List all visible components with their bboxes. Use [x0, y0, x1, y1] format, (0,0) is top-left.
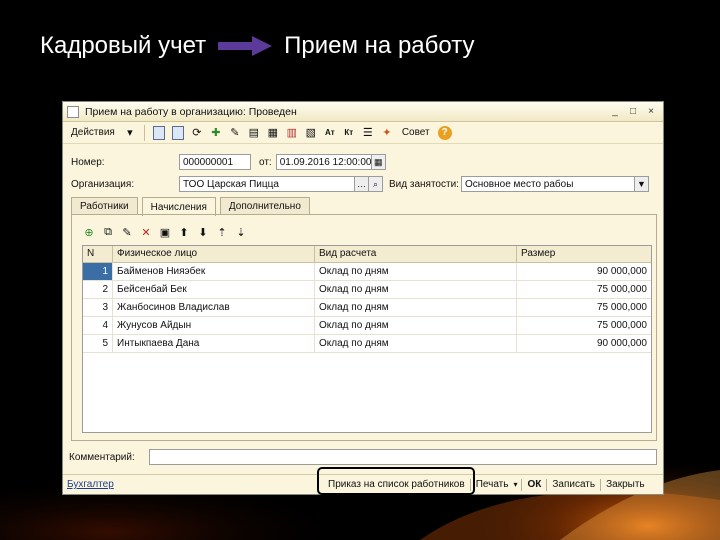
row-number: 1 [83, 263, 113, 280]
calc-type-cell[interactable]: Оклад по дням [315, 281, 517, 298]
row-number: 2 [83, 281, 113, 298]
calc-type-cell[interactable]: Оклад по дням [315, 335, 517, 352]
amount-cell[interactable]: 90 000,000 [517, 263, 651, 280]
employment-type-field[interactable]: Основное место рабоы [460, 176, 635, 192]
slide-title-right: Прием на работу [284, 32, 475, 59]
date-field[interactable]: 01.09.2016 12:00:00 [275, 154, 372, 170]
table-row[interactable]: 3 Жанбосинов Владислав Оклад по дням 75 … [83, 299, 651, 317]
help-icon[interactable]: ? [437, 125, 453, 141]
copy-icon[interactable] [170, 125, 186, 141]
window-title: Прием на работу в организацию: Проведен [85, 105, 297, 118]
fill-icon[interactable]: ✚ [208, 125, 224, 141]
grid-toolbar: ⊕ ⧉ ✎ ✕ ▣ ⬆ ⬇ ⇡ ⇣ [82, 223, 248, 241]
tab-employees[interactable]: Работники [71, 197, 138, 215]
calendar-icon[interactable]: ▦ [371, 154, 386, 170]
select-button[interactable]: … [355, 176, 369, 192]
person-cell[interactable]: Жанбосинов Владислав [113, 299, 315, 316]
column-header-calc-type[interactable]: Вид расчета [315, 246, 517, 262]
records-icon[interactable]: ▧ [303, 125, 319, 141]
end-edit-icon[interactable]: ▣ [158, 225, 172, 239]
search-icon[interactable]: ⌕ [369, 176, 383, 192]
column-header-n[interactable]: N [83, 246, 113, 262]
chevron-down-icon[interactable]: ▾ [122, 125, 138, 141]
structure-icon[interactable]: ▤ [246, 125, 262, 141]
move-down-icon[interactable]: ⬇ [196, 225, 210, 239]
rc-icon[interactable]: Ат [322, 125, 338, 141]
accruals-table: N Физическое лицо Вид расчета Размер 1 Б… [82, 245, 652, 433]
calc-type-cell[interactable]: Оклад по дням [315, 299, 517, 316]
minimize-button[interactable]: _ [607, 105, 623, 119]
print-button[interactable]: Печать [471, 479, 514, 490]
tools-icon[interactable]: ✎ [227, 125, 243, 141]
person-cell[interactable]: Бейсенбай Бек [113, 281, 315, 298]
tab-additional[interactable]: Дополнительно [219, 197, 310, 215]
calc-type-cell[interactable]: Оклад по дням [315, 317, 517, 334]
amount-cell[interactable]: 75 000,000 [517, 281, 651, 298]
table-row[interactable]: 1 Байменов Нияэбек Оклад по дням 90 000,… [83, 263, 651, 281]
column-header-amount[interactable]: Размер [517, 246, 651, 262]
amount-cell[interactable]: 75 000,000 [517, 317, 651, 334]
move-up-icon[interactable]: ⬆ [177, 225, 191, 239]
edit-row-icon[interactable]: ✎ [120, 225, 134, 239]
document-icon [67, 105, 79, 118]
date-label: от: [259, 156, 272, 168]
add-row-icon[interactable]: ⊕ [82, 225, 96, 239]
person-cell[interactable]: Интыкпаева Дана [113, 335, 315, 352]
row-number: 5 [83, 335, 113, 352]
amount-cell[interactable]: 90 000,000 [517, 335, 651, 352]
number-field[interactable]: 000000001 [179, 154, 251, 170]
comment-label: Комментарий: [69, 451, 135, 463]
number-label: Номер: [71, 156, 105, 168]
slide-title-left: Кадровый учет [40, 32, 207, 59]
comment-row: Комментарий: [69, 448, 659, 466]
delete-row-icon[interactable]: ✕ [139, 225, 153, 239]
window-titlebar: Прием на работу в организацию: Проведен … [63, 102, 663, 122]
calc-type-cell[interactable]: Оклад по дням [315, 263, 517, 280]
table-row[interactable]: 5 Интыкпаева Дана Оклад по дням 90 000,0… [83, 335, 651, 353]
maximize-button[interactable]: □ [625, 105, 641, 119]
toolbar-separator [143, 124, 145, 141]
table-row[interactable]: 2 Бейсенбай Бек Оклад по дням 75 000,000 [83, 281, 651, 299]
actions-menu[interactable]: Действия [67, 127, 119, 138]
chevron-down-icon[interactable]: ▾ [513, 480, 517, 489]
advice-icon[interactable]: ✦ [379, 125, 395, 141]
accruals-panel: ⊕ ⧉ ✎ ✕ ▣ ⬆ ⬇ ⇡ ⇣ N Физическое лицо Вид … [71, 214, 657, 441]
document-window: Прием на работу в организацию: Проведен … [62, 101, 664, 495]
close-window-button[interactable]: × [643, 105, 659, 119]
close-button[interactable]: Закрыть [601, 479, 650, 490]
comment-field[interactable] [149, 449, 657, 465]
column-header-person[interactable]: Физическое лицо [113, 246, 315, 262]
sort-descending-icon[interactable]: ⇣ [234, 225, 248, 239]
amount-cell[interactable]: 75 000,000 [517, 299, 651, 316]
organization-field[interactable]: ТОО Царская Пицца [179, 176, 355, 192]
copy-row-icon[interactable]: ⧉ [101, 225, 115, 239]
list-icon[interactable]: ☰ [360, 125, 376, 141]
organization-label: Организация: [71, 178, 135, 190]
chevron-down-icon[interactable]: ▼ [634, 176, 649, 192]
slide-title: Кадровый учет Прием на работу [40, 30, 474, 62]
employment-type-label: Вид занятости: [389, 178, 459, 190]
journal-icon[interactable]: ▥ [284, 125, 300, 141]
person-cell[interactable]: Жунусов Айдын [113, 317, 315, 334]
kt-icon[interactable]: Кт [341, 125, 357, 141]
sort-ascending-icon[interactable]: ⇡ [215, 225, 229, 239]
number-row: Номер: 000000001 от: 01.09.2016 12:00:00… [71, 153, 386, 171]
table-header: N Физическое лицо Вид расчета Размер [83, 246, 651, 263]
person-cell[interactable]: Байменов Нияэбек [113, 263, 315, 280]
organization-row: Организация: ТОО Царская Пицца … ⌕ Вид з… [71, 175, 649, 193]
document-tabs: Работники Начисления Дополнительно [71, 197, 310, 216]
save-button[interactable]: Записать [547, 479, 600, 490]
refresh-icon[interactable]: ⟳ [189, 125, 205, 141]
row-number: 3 [83, 299, 113, 316]
movements-icon[interactable]: ▦ [265, 125, 281, 141]
row-number: 4 [83, 317, 113, 334]
table-row[interactable]: 4 Жунусов Айдын Оклад по дням 75 000,000 [83, 317, 651, 335]
prikaz-highlight-frame [317, 467, 475, 495]
arrow-right-icon [218, 36, 273, 56]
advice-button[interactable]: Совет [398, 127, 434, 138]
post-document-icon[interactable] [151, 125, 167, 141]
main-toolbar: Действия ▾ ⟳ ✚ ✎ ▤ ▦ ▥ ▧ Ат Кт ☰ ✦ Совет… [63, 122, 663, 144]
responsible-link[interactable]: Бухгалтер [67, 479, 323, 490]
ok-button[interactable]: ОК [522, 479, 546, 490]
